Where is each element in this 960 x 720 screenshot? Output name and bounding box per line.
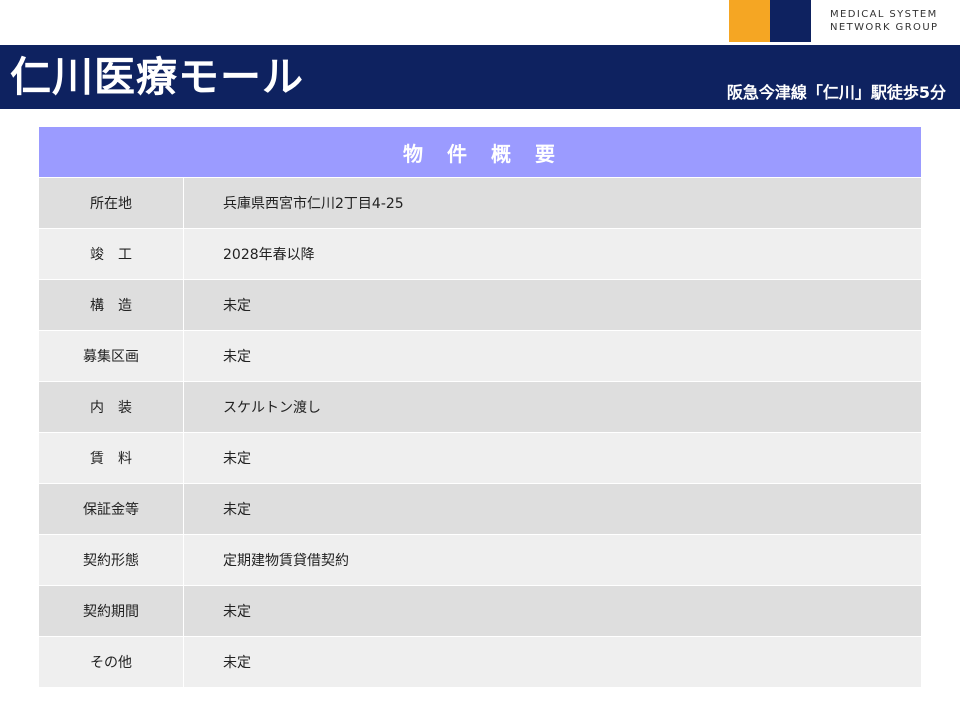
header-band: 仁川医療モール 阪急今津線「仁川」駅徒歩5分 <box>0 45 960 109</box>
table-row: 内 装 スケルトン渡し <box>39 381 921 432</box>
property-overview-table: 物 件 概 要 所在地 兵庫県西宮市仁川2丁目4-25 竣 工 2028年春以降… <box>39 127 921 687</box>
row-value: スケルトン渡し <box>223 400 321 416</box>
row-label: 募集区画 <box>39 331 184 381</box>
row-value: 兵庫県西宮市仁川2丁目4-25 <box>223 196 404 212</box>
row-value: 2028年春以降 <box>223 247 315 263</box>
table-row: 契約期間 未定 <box>39 585 921 636</box>
row-label: 所在地 <box>39 178 184 228</box>
logo-line-2: NETWORK GROUP <box>830 22 939 33</box>
company-logo: MEDICAL SYSTEM NETWORK GROUP <box>729 0 960 42</box>
table-row: 所在地 兵庫県西宮市仁川2丁目4-25 <box>39 177 921 228</box>
row-value: 未定 <box>223 349 251 365</box>
row-value: 未定 <box>223 451 251 467</box>
access-info: 阪急今津線「仁川」駅徒歩5分 <box>726 83 946 102</box>
logo-text: MEDICAL SYSTEM NETWORK GROUP <box>830 8 938 34</box>
table-row: 保証金等 未定 <box>39 483 921 534</box>
row-value: 未定 <box>223 655 251 671</box>
logo-navy-square <box>770 0 811 42</box>
row-label: 契約形態 <box>39 535 184 585</box>
logo-orange-square <box>729 0 770 42</box>
table-row: 賃 料 未定 <box>39 432 921 483</box>
row-value: 定期建物賃貸借契約 <box>223 553 349 569</box>
row-label: 保証金等 <box>39 484 184 534</box>
table-row: 募集区画 未定 <box>39 330 921 381</box>
row-value: 未定 <box>223 298 251 314</box>
row-label: その他 <box>39 637 184 687</box>
row-label: 契約期間 <box>39 586 184 636</box>
page-title: 仁川医療モール <box>10 53 304 101</box>
row-value: 未定 <box>223 502 251 518</box>
row-value: 未定 <box>223 604 251 620</box>
table-row: 竣 工 2028年春以降 <box>39 228 921 279</box>
table-row: 構 造 未定 <box>39 279 921 330</box>
logo-line-1: MEDICAL SYSTEM <box>830 9 938 20</box>
table-row: その他 未定 <box>39 636 921 687</box>
row-label: 竣 工 <box>39 229 184 279</box>
row-label: 賃 料 <box>39 433 184 483</box>
table-row: 契約形態 定期建物賃貸借契約 <box>39 534 921 585</box>
row-label: 内 装 <box>39 382 184 432</box>
row-label: 構 造 <box>39 280 184 330</box>
table-heading: 物 件 概 要 <box>39 127 921 177</box>
